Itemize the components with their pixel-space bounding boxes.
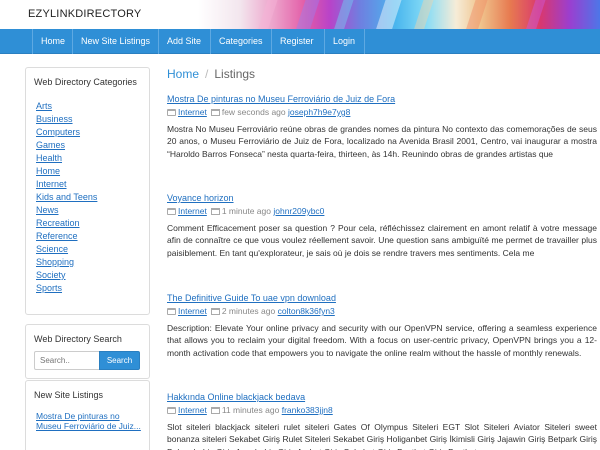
listing-item: Mostra De pinturas no Museu Ferroviário … — [167, 94, 597, 160]
listing-user-link[interactable]: joseph7h9e7yg8 — [288, 107, 350, 117]
listing-item: Hakkında Online blackjack bedava Interne… — [167, 392, 597, 450]
folder-icon — [167, 407, 176, 414]
listing-time: few seconds ago — [221, 107, 286, 117]
listing-user-link[interactable]: johnr209ybc0 — [273, 206, 324, 216]
listing-description: Description: Elevate Your online privacy… — [167, 323, 597, 358]
nav-register[interactable]: Register — [272, 29, 325, 54]
header-banner: EZYLINKDIRECTORY — [0, 0, 600, 29]
banner-streak — [409, 0, 437, 29]
search-panel: Web Directory Search Search — [25, 324, 150, 379]
category-link-society[interactable]: Society — [36, 269, 97, 282]
listing-time: 2 minutes ago — [221, 306, 276, 316]
search-heading: Web Directory Search — [34, 334, 122, 344]
calendar-icon — [210, 208, 220, 215]
nav-categories[interactable]: Categories — [211, 29, 272, 54]
breadcrumb-current: Listings — [214, 67, 256, 81]
calendar-icon — [210, 407, 220, 414]
new-listing-link[interactable]: Mostra De pinturas no Museu Ferroviário … — [36, 411, 141, 431]
categories-heading: Web Directory Categories — [34, 77, 137, 87]
banner-streak — [521, 0, 549, 29]
listing-item: Voyance horizon Internet 1 minute ago joh… — [167, 193, 597, 259]
category-list: Arts Business Computers Games Health Hom… — [36, 100, 97, 295]
breadcrumb-home[interactable]: Home — [167, 67, 199, 81]
listing-meta: Internet 1 minute ago johnr209ybc0 — [167, 206, 597, 217]
listing-meta: Internet few seconds ago joseph7h9e7yg8 — [167, 107, 597, 118]
banner-streak — [329, 0, 357, 29]
category-link-business[interactable]: Business — [36, 113, 97, 126]
search-input[interactable] — [34, 351, 100, 370]
listing-title-link[interactable]: Voyance horizon — [167, 193, 597, 204]
site-title[interactable]: EZYLINKDIRECTORY — [28, 8, 141, 20]
category-link-computers[interactable]: Computers — [36, 126, 97, 139]
listing-title-link[interactable]: The Definitive Guide To uae vpn download — [167, 293, 597, 304]
folder-icon — [167, 109, 176, 116]
categories-panel: Web Directory Categories Arts Business C… — [25, 67, 150, 315]
search-button[interactable]: Search — [99, 351, 140, 370]
category-link-sports[interactable]: Sports — [36, 282, 97, 295]
category-link-home[interactable]: Home — [36, 165, 97, 178]
listing-description: Mostra No Museu Ferroviário reúne obras … — [167, 124, 597, 159]
nav-login[interactable]: Login — [325, 29, 365, 54]
listing-time: 11 minutes ago — [221, 405, 280, 415]
folder-icon — [167, 208, 176, 215]
listing-user-link[interactable]: franko383jjn8 — [282, 405, 333, 415]
category-link-shopping[interactable]: Shopping — [36, 256, 97, 269]
listing-title-link[interactable]: Mostra De pinturas no Museu Ferroviário … — [167, 94, 597, 105]
listing-category-link[interactable]: Internet — [178, 306, 207, 316]
category-link-reference[interactable]: Reference — [36, 230, 97, 243]
calendar-icon — [210, 109, 220, 116]
new-listings-panel: New Site Listings Mostra De pinturas no … — [25, 380, 150, 450]
calendar-icon — [210, 308, 220, 315]
listing-category-link[interactable]: Internet — [178, 405, 207, 415]
category-link-health[interactable]: Health — [36, 152, 97, 165]
listing-category-link[interactable]: Internet — [178, 107, 207, 117]
listing-title-link[interactable]: Hakkında Online blackjack bedava — [167, 392, 597, 403]
category-link-news[interactable]: News — [36, 204, 97, 217]
listing-time: 1 minute ago — [221, 206, 271, 216]
listing-meta: Internet 2 minutes ago colton8k36fyn3 — [167, 306, 597, 317]
category-link-recreation[interactable]: Recreation — [36, 217, 97, 230]
listing-meta: Internet 11 minutes ago franko383jjn8 — [167, 405, 597, 416]
category-link-science[interactable]: Science — [36, 243, 97, 256]
listing-description: Slot siteleri blackjack siteleri rulet s… — [167, 422, 597, 450]
nav-home[interactable]: Home — [32, 29, 73, 54]
listing-user-link[interactable]: colton8k36fyn3 — [278, 306, 335, 316]
category-link-internet[interactable]: Internet — [36, 178, 97, 191]
category-link-arts[interactable]: Arts — [36, 100, 97, 113]
breadcrumb: Home / Listings — [167, 67, 255, 81]
banner-streak — [253, 0, 281, 29]
category-link-games[interactable]: Games — [36, 139, 97, 152]
new-listings-heading: New Site Listings — [34, 390, 104, 400]
nav-new-site-listings[interactable]: New Site Listings — [73, 29, 159, 54]
listing-category-link[interactable]: Internet — [178, 206, 207, 216]
banner-streak — [461, 0, 491, 29]
banner-streak — [291, 0, 323, 29]
main-navbar: Home New Site Listings Add Site Categori… — [0, 29, 600, 54]
breadcrumb-separator: / — [205, 67, 209, 81]
folder-icon — [167, 308, 176, 315]
listing-item: The Definitive Guide To uae vpn download… — [167, 293, 597, 359]
listing-description: Comment Efficacement poser sa question ?… — [167, 223, 597, 258]
category-link-kids-and-teens[interactable]: Kids and Teens — [36, 191, 97, 204]
nav-add-site[interactable]: Add Site — [159, 29, 211, 54]
banner-streak — [371, 0, 405, 29]
